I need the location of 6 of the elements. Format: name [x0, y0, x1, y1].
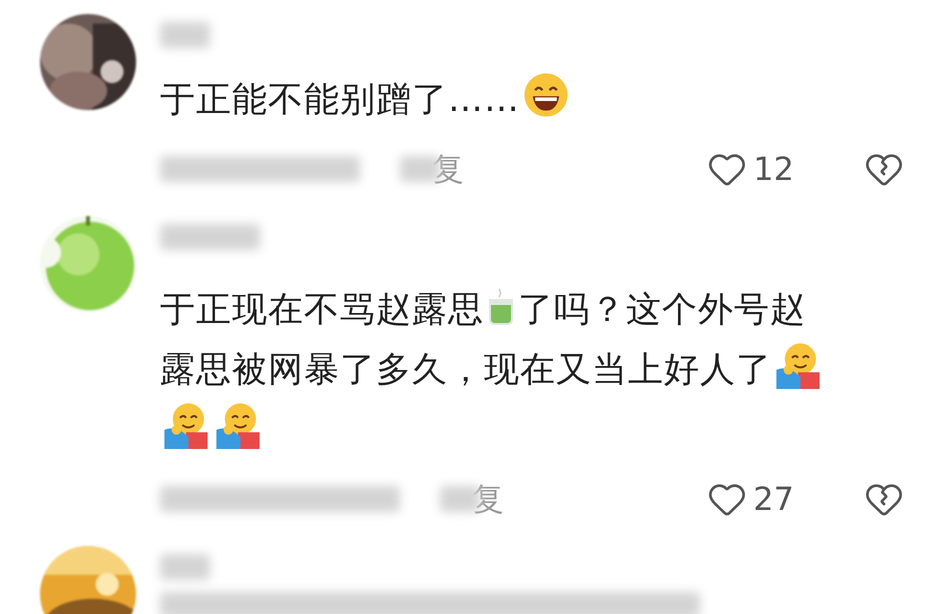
- comment-text: 露思被网暴了多久，现在又当上好人了: [160, 350, 772, 390]
- like-button[interactable]: 12: [707, 145, 794, 193]
- comment-text: 于正现在不骂赵露思: [160, 290, 484, 330]
- comment-text: 于正能不能别蹭了……: [160, 80, 520, 120]
- comment-text: 了吗？这个外号赵: [518, 290, 806, 330]
- like-button[interactable]: 27: [707, 475, 794, 523]
